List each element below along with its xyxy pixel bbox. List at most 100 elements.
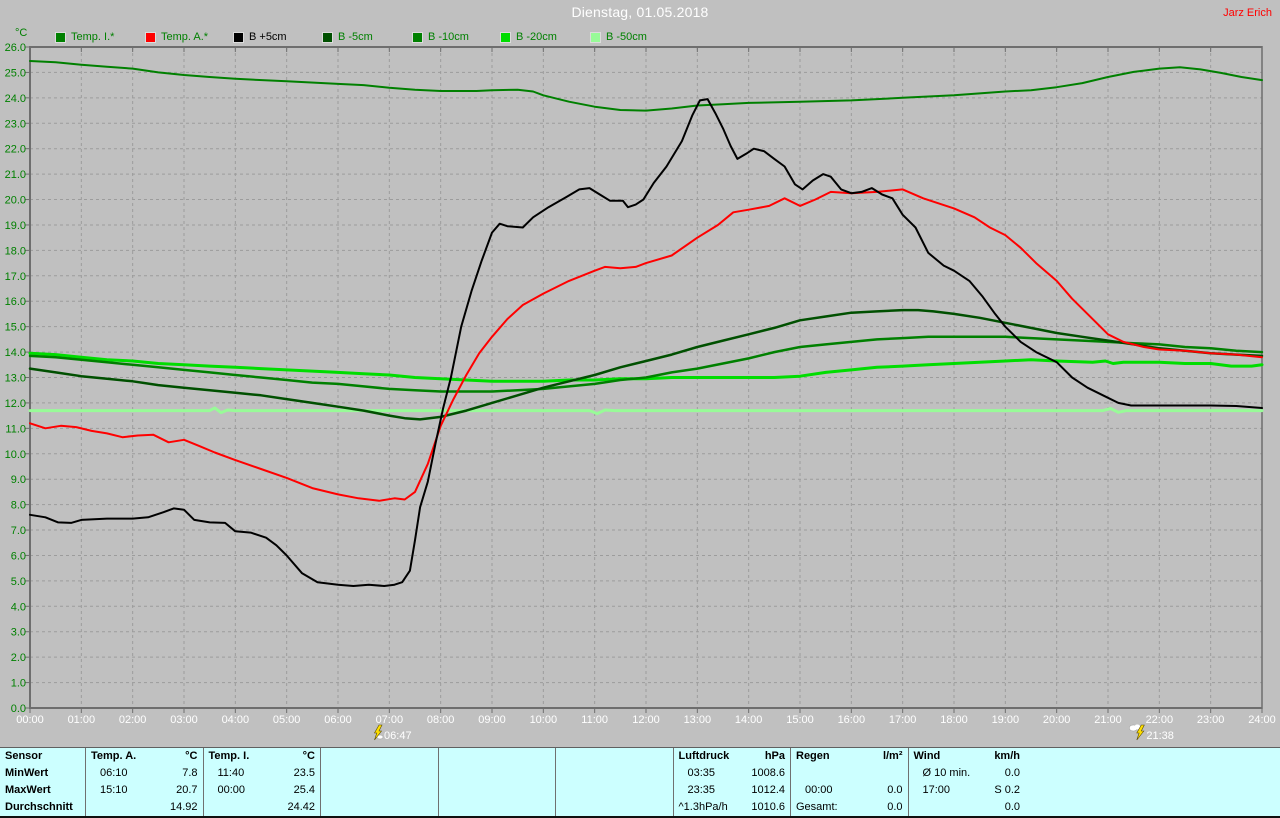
min-time: Ø 10 min. — [922, 767, 971, 779]
y-tick-label: 20.0 — [5, 195, 26, 207]
legend-label: B -5cm — [338, 31, 373, 43]
table-row — [439, 782, 557, 799]
table-row — [439, 799, 557, 816]
y-tick-label: 11.0 — [5, 423, 26, 435]
stats-table: Sensor MinWert MaxWert Durchschnitt Temp. A.… — [0, 747, 1280, 818]
sensor-unit: °C — [302, 750, 315, 762]
legend-swatch-icon — [145, 31, 156, 43]
y-tick-label: 12.0 — [5, 398, 26, 410]
row-header: Sensor — [5, 750, 43, 762]
legend-item-b+5cm: B +5cm — [233, 31, 287, 43]
y-tick-label: 13.0 — [5, 373, 26, 385]
x-tick-label: 11:00 — [581, 714, 608, 726]
table-row — [321, 799, 439, 816]
table-row: Wind km/h — [909, 748, 1027, 765]
legend-label: B -20cm — [516, 31, 557, 43]
table-row: Temp. I. °C — [204, 748, 322, 765]
sensor-unit: °C — [185, 750, 198, 762]
table-row: 03:35 1008.6 — [674, 765, 792, 782]
legend-swatch-icon — [500, 31, 511, 43]
x-tick-label: 22:00 — [1146, 714, 1174, 726]
sunset-marker-icon — [1129, 724, 1145, 741]
y-tick-label: 3.0 — [11, 627, 26, 639]
table-row — [791, 765, 909, 782]
y-tick-label: 19.0 — [5, 220, 26, 232]
max-time: 00:00 — [217, 784, 246, 796]
table-col-empty-3 — [437, 748, 557, 816]
max-time: 15:10 — [100, 784, 128, 796]
table-row: ^1.3hPa/h 1010.6 — [674, 799, 792, 816]
sensor-name: Luftdruck — [678, 750, 730, 762]
table-col-regen: Regen l/m² 00:00 0.0 Gesamt: 0.0 — [790, 748, 909, 816]
table-row: 23:35 1012.4 — [674, 782, 792, 799]
min-time: 11:40 — [217, 767, 245, 779]
table-col-row-headers: Sensor MinWert MaxWert Durchschnitt — [0, 748, 85, 816]
legend-swatch-icon — [412, 31, 423, 43]
table-row — [321, 765, 439, 782]
sensor-unit: l/m² — [882, 750, 903, 762]
max-value: 0.0 — [887, 784, 903, 796]
y-tick-label: 21.0 — [5, 169, 26, 181]
table-row: 14.92 — [86, 799, 204, 816]
y-tick-label: 10.0 — [5, 449, 26, 461]
y-tick-label: 2.0 — [11, 652, 26, 664]
x-tick-label: 23:00 — [1197, 714, 1225, 726]
y-tick-label: 6.0 — [11, 550, 26, 562]
avg-label: ^1.3hPa/h — [678, 801, 728, 813]
y-tick-label: 23.0 — [5, 118, 26, 130]
x-tick-label: 20:00 — [1043, 714, 1071, 726]
x-tick-label: 19:00 — [992, 714, 1020, 726]
x-tick-label: 02:00 — [119, 714, 147, 726]
legend-swatch-icon — [322, 31, 333, 43]
legend-item-b-50cm: B -50cm — [590, 31, 647, 43]
avg-value: 0.0 — [1004, 801, 1020, 813]
table-row: 17:00 S 0.2 — [909, 782, 1027, 799]
sensor-name: Temp. I. — [208, 750, 250, 762]
x-tick-label: 24:00 — [1248, 714, 1276, 726]
y-tick-label: 14.0 — [5, 347, 26, 359]
table-col-empty-4 — [555, 748, 674, 816]
table-row: Luftdruck hPa — [674, 748, 792, 765]
table-col-luftdruck: Luftdruck hPa 03:35 1008.6 23:35 1012.4 ^1.3hP… — [672, 748, 792, 816]
table-row: Temp. A. °C — [86, 748, 204, 765]
y-tick-label: 9.0 — [11, 474, 26, 486]
y-tick-label: 22.0 — [5, 144, 26, 156]
legend-label: B -10cm — [428, 31, 469, 43]
max-value: 25.4 — [293, 784, 315, 796]
sunrise-marker-icon — [373, 724, 384, 741]
sensor-unit: km/h — [994, 750, 1020, 762]
x-tick-label: 05:00 — [273, 714, 301, 726]
sunrise-time-label: 06:47 — [384, 730, 412, 742]
row-header: Durchschnitt — [5, 801, 73, 813]
avg-value: 1010.6 — [751, 801, 785, 813]
y-tick-label: 24.0 — [5, 93, 26, 105]
y-tick-label: 8.0 — [11, 500, 26, 512]
table-row — [321, 782, 439, 799]
legend-label: Temp. I.* — [71, 31, 115, 43]
table-row — [439, 748, 557, 765]
legend-item-b-20cm: B -20cm — [500, 31, 557, 43]
min-time: 06:10 — [100, 767, 128, 779]
table-row: 15:10 20.7 — [86, 782, 204, 799]
table-col-tempi: Temp. I. °C 11:40 23.5 00:00 25.4 24.42 — [202, 748, 322, 816]
legend-label: B -50cm — [606, 31, 647, 43]
sunset-time-label: 21:38 — [1146, 730, 1174, 742]
table-row: MinWert — [0, 765, 85, 782]
table-row — [321, 748, 439, 765]
y-tick-label: 17.0 — [5, 271, 26, 283]
chart-legend: Temp. I.* Temp. A.* B +5cm B -5cm B -10cm B -… — [0, 0, 1280, 46]
x-tick-label: 08:00 — [427, 714, 455, 726]
x-tick-label: 12:00 — [632, 714, 660, 726]
table-col-empty-2 — [320, 748, 439, 816]
legend-label: Temp. A.* — [161, 31, 209, 43]
min-value: 7.8 — [182, 767, 198, 779]
sensor-name: Temp. A. — [91, 750, 137, 762]
table-row: Durchschnitt — [0, 799, 85, 816]
legend-item-tempa: Temp. A.* — [145, 31, 208, 43]
x-tick-label: 21:00 — [1094, 714, 1122, 726]
temperature-chart: 0.01.02.03.04.05.06.07.08.09.010.011.012… — [5, 42, 1276, 742]
x-tick-label: 06:00 — [324, 714, 352, 726]
y-tick-label: 15.0 — [5, 322, 26, 334]
y-tick-label: 18.0 — [5, 245, 26, 257]
x-tick-label: 10:00 — [530, 714, 558, 726]
